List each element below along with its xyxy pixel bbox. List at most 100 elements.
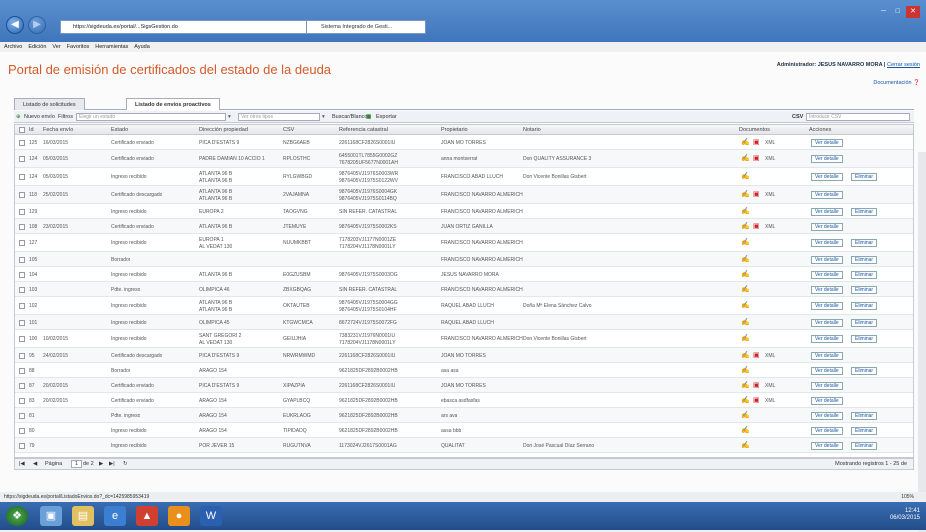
forward-icon[interactable]: ▶ [28,16,46,34]
row-checkbox[interactable] [19,336,25,342]
row-checkbox[interactable] [19,156,25,162]
row-checkbox[interactable] [19,174,25,180]
maximize-icon[interactable]: □ [896,6,900,18]
menu-item[interactable]: Edición [28,44,46,50]
signature-icon[interactable]: ✍ [741,397,750,405]
start-icon[interactable]: ❖ [6,506,28,526]
signature-icon[interactable]: ✍ [741,239,750,247]
row-checkbox[interactable] [19,442,25,449]
row-checkbox[interactable] [19,286,25,293]
column-header[interactable]: Notario [523,125,541,135]
browser-tab[interactable]: Sistema Integrado de Gesti... [306,20,426,34]
view-detail-button[interactable]: Ver detalle [811,302,843,310]
prev-page-icon[interactable]: ◀ [33,459,37,470]
xml-icon[interactable]: XML [765,397,775,405]
pdf-icon[interactable]: ▣ [753,382,760,390]
column-header[interactable]: Acciones [809,125,831,135]
column-header[interactable]: Id [29,125,34,135]
pdf-icon[interactable]: ▣ [753,397,760,405]
view-detail-button[interactable]: Ver detalle [811,318,843,327]
delete-button[interactable]: Eliminar [851,207,878,216]
signature-icon[interactable]: ✍ [741,223,750,231]
pdf-icon[interactable]: ▣ [753,155,760,163]
signature-icon[interactable]: ✍ [741,208,750,216]
signature-icon[interactable]: ✍ [741,382,750,390]
view-detail-button[interactable]: Ver detalle [811,207,843,216]
next-page-icon[interactable]: ▶ [99,459,103,470]
delete-button[interactable]: Eliminar [851,318,878,327]
folder-icon[interactable]: ▤ [72,506,94,526]
excel-icon[interactable]: ▦ [366,111,371,123]
type-filter[interactable]: Ver otros tipos [238,113,320,121]
add-icon[interactable]: ⊕ [16,111,21,123]
page-input[interactable]: 1 [71,460,83,468]
search-button[interactable]: Buscar/Blanco [332,111,367,123]
last-page-icon[interactable]: ▶| [109,459,115,470]
row-checkbox[interactable] [19,367,25,374]
view-detail-button[interactable]: Ver detalle [811,239,843,247]
row-checkbox[interactable] [19,256,25,263]
delete-button[interactable]: Eliminar [851,302,878,310]
xml-icon[interactable]: XML [765,139,775,147]
view-detail-button[interactable]: Ver detalle [811,222,843,231]
signature-icon[interactable]: ✍ [741,271,750,279]
view-detail-button[interactable]: Ver detalle [811,173,843,181]
column-header[interactable]: Estado [111,125,128,135]
export-button[interactable]: Exportar [376,111,397,123]
minimize-icon[interactable]: ─ [881,6,886,18]
menu-item[interactable]: Ayuda [134,44,150,50]
help-link[interactable]: Documentación ❓ [873,80,920,86]
delete-button[interactable]: Eliminar [851,285,878,294]
explorer-icon[interactable]: ▣ [40,506,62,526]
back-icon[interactable]: ◀ [6,16,24,34]
signature-icon[interactable]: ✍ [741,427,750,435]
app-icon[interactable]: ● [168,506,190,526]
menu-item[interactable]: Ver [52,44,60,50]
zoom-level[interactable]: 105% [901,492,914,502]
row-checkbox[interactable] [19,412,25,419]
pdf-icon[interactable]: ▣ [753,139,760,147]
view-detail-button[interactable]: Ver detalle [811,191,843,199]
signature-icon[interactable]: ✍ [741,302,750,310]
view-detail-button[interactable]: Ver detalle [811,270,843,279]
view-detail-button[interactable]: Ver detalle [811,396,843,405]
view-detail-button[interactable]: Ver detalle [811,255,843,264]
refresh-icon[interactable]: ↻ [123,459,128,470]
signature-icon[interactable]: ✍ [741,352,750,360]
menu-item[interactable]: Archivo [4,44,22,50]
delete-button[interactable]: Eliminar [851,441,878,450]
tab-envios-proactivos[interactable]: Listado de envíos proactivos [126,98,220,110]
row-checkbox[interactable] [19,382,25,389]
chevron-down-icon[interactable]: ▾ [322,111,325,123]
row-checkbox[interactable] [19,427,25,434]
delete-button[interactable]: Eliminar [851,335,878,343]
chevron-down-icon[interactable]: ▾ [228,111,231,123]
column-header[interactable]: Dirección propiedad [199,125,248,135]
new-button[interactable]: Nuevo envío [24,111,55,123]
tab-solicitudes[interactable]: Listado de solicitudes [14,98,85,110]
delete-button[interactable]: Eliminar [851,239,878,247]
logout-link[interactable]: Cerrar sesión [887,62,920,68]
signature-icon[interactable]: ✍ [741,412,750,420]
view-detail-button[interactable]: Ver detalle [811,381,843,390]
view-detail-button[interactable]: Ver detalle [811,155,843,163]
xml-icon[interactable]: XML [765,223,775,231]
row-checkbox[interactable] [19,240,25,246]
signature-icon[interactable]: ✍ [741,173,750,181]
menu-item[interactable]: Herramientas [95,44,128,50]
row-checkbox[interactable] [19,192,25,198]
xml-icon[interactable]: XML [765,191,775,199]
state-filter[interactable]: Elegir un estado [76,113,226,121]
signature-icon[interactable]: ✍ [741,256,750,264]
column-header[interactable]: Fecha envío [43,125,73,135]
view-detail-button[interactable]: Ver detalle [811,285,843,294]
view-detail-button[interactable]: Ver detalle [811,426,843,435]
signature-icon[interactable]: ✍ [741,286,750,294]
signature-icon[interactable]: ✍ [741,191,750,199]
vertical-scrollbar[interactable] [918,152,926,532]
column-header[interactable]: CSV [283,125,294,135]
address-bar[interactable]: https://sigdeuda.es/portal/...SigsGestio… [60,20,308,34]
column-header[interactable]: Documentos [739,125,770,135]
xml-icon[interactable]: XML [765,382,775,390]
view-detail-button[interactable]: Ver detalle [811,351,843,360]
